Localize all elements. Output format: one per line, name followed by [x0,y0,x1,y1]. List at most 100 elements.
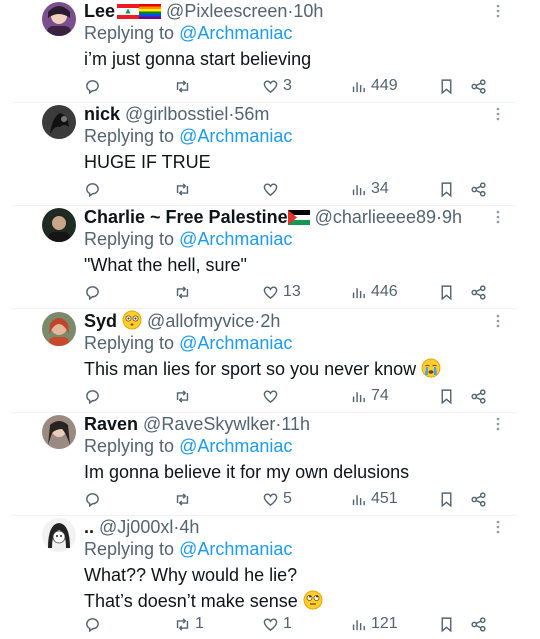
user-handle[interactable]: @RaveSkywlker [143,414,275,434]
display-name[interactable]: Charlie ~ Free Palestine [84,207,288,227]
mention-link[interactable]: @Archmaniac [179,436,292,456]
replying-to: Replying to @Archmaniac [84,229,293,249]
bookmark-button[interactable] [438,77,455,95]
retweet-button[interactable]: 1 [174,615,204,633]
like-button[interactable]: 1 [262,615,292,633]
user-handle[interactable]: @girlbosstiel [125,104,228,124]
bookmark-button[interactable] [438,180,455,198]
reply-button[interactable] [84,615,105,633]
mention-link[interactable]: @Archmaniac [179,126,292,146]
display-name[interactable]: nick [84,104,120,124]
mention-link[interactable]: @Archmaniac [179,23,292,43]
share-button[interactable] [470,180,487,198]
retweet-icon [176,182,189,196]
timestamp[interactable]: 10h [293,1,323,21]
more-options-icon[interactable] [492,312,504,330]
avatar[interactable] [42,518,76,552]
like-button[interactable] [262,387,283,405]
mention-link[interactable]: @Archmaniac [179,333,292,353]
views-button[interactable]: 34 [350,180,389,198]
reply-item[interactable]: Charlie ~ Free Palestine @charlieeee89·9… [0,206,540,309]
like-button[interactable]: 3 [262,77,292,95]
heart-icon [263,286,278,299]
avatar[interactable] [42,208,76,242]
bookmark-button[interactable] [438,490,455,508]
more-options-icon[interactable] [492,208,504,226]
user-handle[interactable]: @Jj000xl [99,517,173,537]
like-button[interactable]: 13 [262,283,301,301]
share-button[interactable] [470,283,487,301]
share-button[interactable] [470,77,487,95]
display-name[interactable]: Lee [84,1,115,21]
retweet-icon [176,617,189,631]
views-chart-icon [352,287,365,298]
rainbow-flag-icon [139,4,162,19]
heart-icon [263,80,278,93]
share-button[interactable] [470,387,487,405]
like-button[interactable] [262,180,283,198]
reply-item[interactable]: .. @Jj000xl·4h Replying to @Archmaniac W… [0,516,540,639]
retweet-button[interactable] [174,387,195,405]
bookmark-icon [441,78,452,94]
reply-text: "What the hell, sure" [84,255,247,275]
user-handle[interactable]: @charlieeee89 [315,207,436,227]
palestine-flag-icon [287,210,310,225]
views-button[interactable]: 451 [350,490,398,508]
display-name[interactable]: Syd [84,311,117,331]
retweet-button[interactable] [174,77,195,95]
replying-to: Replying to @Archmaniac [84,436,293,456]
timestamp[interactable]: 9h [442,207,462,227]
reply-icon [86,389,99,404]
share-button[interactable] [470,490,487,508]
more-options-icon[interactable] [492,415,504,433]
avatar[interactable] [42,2,76,36]
views-button[interactable]: 449 [350,77,398,95]
bookmark-button[interactable] [438,387,455,405]
retweet-button[interactable] [174,490,195,508]
share-button[interactable] [470,615,487,633]
mention-link[interactable]: @Archmaniac [179,539,292,559]
user-handle[interactable]: @Pixleescreen [166,1,287,21]
avatar[interactable] [42,415,76,449]
reply-button[interactable] [84,283,105,301]
reply-button[interactable] [84,490,105,508]
views-button[interactable]: 121 [350,615,398,633]
avatar[interactable] [42,105,76,139]
bookmark-icon [441,284,452,300]
timestamp[interactable]: 2h [260,311,280,331]
share-icon [471,284,486,300]
views-button[interactable]: 446 [350,283,398,301]
bookmark-button[interactable] [438,615,455,633]
like-button[interactable]: 5 [262,490,292,508]
display-name[interactable]: Raven [84,414,138,434]
views-chart-icon [352,81,365,92]
reply-button[interactable] [84,77,105,95]
display-name[interactable]: .. [84,517,94,537]
bookmark-icon [441,388,452,404]
more-options-icon[interactable] [492,518,504,536]
reply-text: i’m just gonna start believing [84,49,312,69]
more-options-icon[interactable] [492,105,504,123]
retweet-button[interactable] [174,283,195,301]
more-options-icon[interactable] [492,2,504,20]
timestamp[interactable]: 4h [179,517,199,537]
share-icon [471,616,486,632]
reply-item[interactable]: Syd @allofmyvice·2h Replying to @Archman… [0,310,540,413]
retweet-button[interactable] [174,180,195,198]
avatar[interactable] [42,312,76,346]
reply-item[interactable]: Lee @Pixleescreen·10h Replying to @Archm… [0,0,540,103]
timestamp[interactable]: 11h [281,414,310,434]
bookmark-button[interactable] [438,283,455,301]
reply-button[interactable] [84,180,105,198]
reply-item[interactable]: nick @girlbosstiel·56m Replying to @Arch… [0,103,540,206]
heart-icon [263,618,278,631]
user-handle[interactable]: @allofmyvice [147,311,254,331]
retweet-icon [176,285,189,299]
reply-item[interactable]: Raven @RaveSkywlker·11h Replying to @Arc… [0,413,540,516]
views-button[interactable]: 74 [350,387,389,405]
reply-button[interactable] [84,387,105,405]
mention-link[interactable]: @Archmaniac [179,229,292,249]
share-icon [471,78,486,94]
reply-icon [86,182,99,197]
timestamp[interactable]: 56m [234,104,269,124]
